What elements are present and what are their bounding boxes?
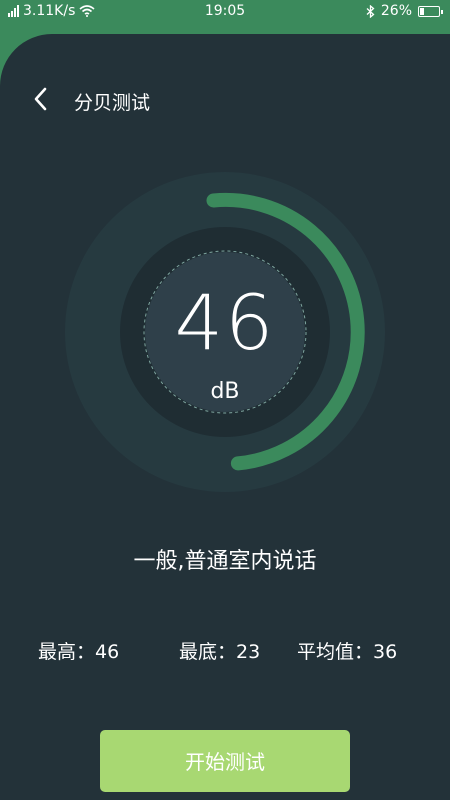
decibel-unit: dB <box>210 379 240 404</box>
stat-max: 最高：46 <box>38 641 120 663</box>
stat-min-label: 最底 <box>179 641 218 663</box>
battery-percent: 26% <box>380 3 412 19</box>
status-bar: 3.11K/s 19:05 26% <box>0 0 450 24</box>
stat-min-value: 23 <box>236 641 261 663</box>
back-arrow-icon[interactable] <box>32 86 50 112</box>
status-right: 26% <box>366 3 443 19</box>
battery-icon <box>418 5 443 17</box>
stat-max-value: 46 <box>95 641 120 663</box>
stat-avg-value: 36 <box>373 641 398 663</box>
stat-max-label: 最高 <box>38 641 77 663</box>
stat-min: 最底：23 <box>179 641 261 663</box>
decibel-value: 46 <box>174 278 276 367</box>
noise-level-description: 一般,普通室内说话 <box>133 549 317 574</box>
stat-avg: 平均值：36 <box>297 641 398 663</box>
stats-row: 最高：46 最底：23 平均值：36 <box>0 637 450 665</box>
start-test-button[interactable]: 开始测试 <box>100 730 350 792</box>
stat-avg-label: 平均值 <box>297 641 355 663</box>
page-title: 分贝测试 <box>74 92 151 114</box>
bluetooth-icon <box>366 4 375 18</box>
